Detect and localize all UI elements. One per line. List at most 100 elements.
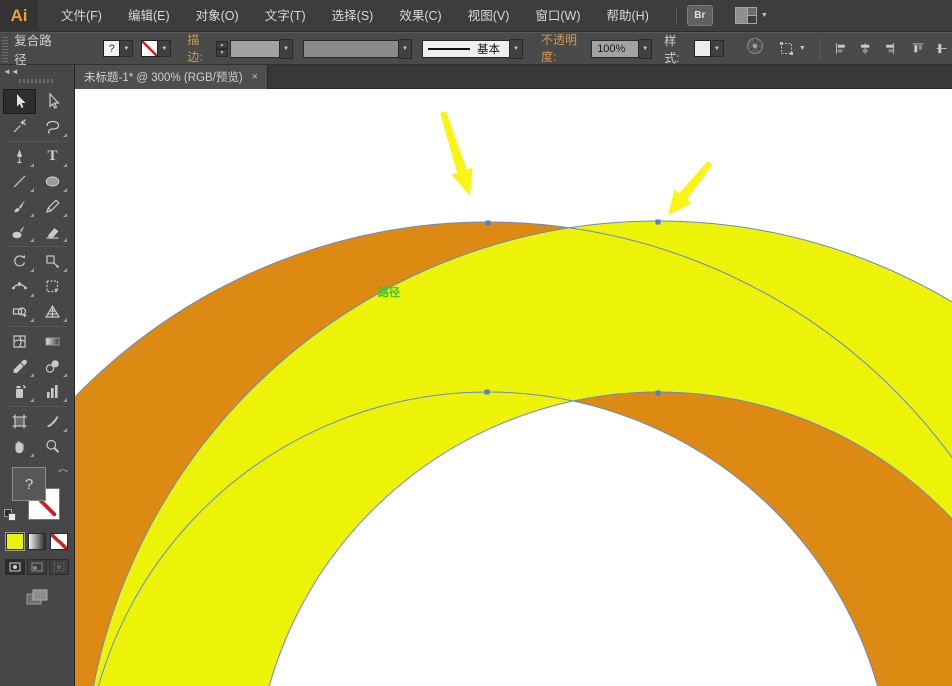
brush-definition-combo[interactable]: 基本 ▼: [422, 39, 523, 59]
tool-hand[interactable]: [3, 434, 36, 459]
opacity-dropdown[interactable]: ▼: [639, 39, 652, 59]
stroke-weight-value[interactable]: [230, 40, 280, 58]
tool-zoom[interactable]: [36, 434, 69, 459]
stroke-panel-link[interactable]: 描边:: [187, 31, 212, 66]
tool-rotate[interactable]: [3, 249, 36, 274]
tool-magic-wand[interactable]: [3, 114, 36, 139]
tool-gradient[interactable]: [36, 329, 69, 354]
anchor-point[interactable]: [486, 221, 491, 226]
tool-lasso[interactable]: [36, 114, 69, 139]
tool-perspective-grid[interactable]: [36, 299, 69, 324]
tool-scale[interactable]: [36, 249, 69, 274]
stroke-weight-stepper[interactable]: ▲▼: [216, 41, 228, 57]
stroke-dropdown[interactable]: ▼: [158, 40, 171, 57]
tool-mesh[interactable]: [3, 329, 36, 354]
panel-grip[interactable]: [2, 36, 8, 62]
tool-blob-brush[interactable]: [3, 219, 36, 244]
fill-color-control[interactable]: ? ▼: [103, 40, 133, 57]
tool-artboard[interactable]: [3, 409, 36, 434]
stroke-weight-dropdown[interactable]: ▼: [280, 39, 293, 59]
document-tab[interactable]: 未标题-1* @ 300% (RGB/预览) ×: [75, 65, 268, 89]
transform-options-button[interactable]: ▼: [778, 40, 806, 57]
menu-edit[interactable]: 编辑(E): [115, 0, 183, 32]
draw-inside-button[interactable]: [49, 559, 69, 575]
bridge-button[interactable]: Br: [687, 5, 713, 26]
menu-file[interactable]: 文件(F): [48, 0, 115, 32]
artwork: 路径: [75, 89, 952, 686]
tool-eraser[interactable]: [36, 219, 69, 244]
tools-panel-grip[interactable]: [19, 79, 55, 83]
smart-guide-label: 路径: [378, 285, 400, 299]
anchor-point[interactable]: [656, 391, 661, 396]
align-vcenter-button[interactable]: [935, 40, 947, 57]
style-label: 样式:: [664, 32, 689, 66]
tool-free-transform[interactable]: [36, 274, 69, 299]
menu-view[interactable]: 视图(V): [455, 0, 523, 32]
width-profile-combo[interactable]: ▼: [303, 39, 412, 59]
opacity-value[interactable]: 100%: [591, 40, 639, 58]
tool-column-graph[interactable]: [36, 379, 69, 404]
tool-direct-selection[interactable]: [36, 89, 69, 114]
width-profile-value[interactable]: [303, 40, 399, 58]
anchor-point[interactable]: [656, 220, 661, 225]
tools-panel: ◄◄: [0, 65, 75, 686]
tool-line-segment[interactable]: [3, 169, 36, 194]
tool-type[interactable]: T: [36, 144, 69, 169]
tool-slice[interactable]: [36, 409, 69, 434]
menu-object[interactable]: 对象(O): [183, 0, 252, 32]
workspace-switcher[interactable]: ▼: [735, 7, 768, 24]
style-swatch[interactable]: [694, 40, 711, 57]
tool-pencil[interactable]: [36, 194, 69, 219]
tool-selection[interactable]: [3, 89, 36, 114]
align-top-button[interactable]: [911, 40, 925, 57]
fill-swatch[interactable]: ?: [103, 40, 120, 57]
draw-normal-button[interactable]: [5, 559, 25, 575]
stroke-color-control[interactable]: ▼: [141, 40, 171, 57]
screen-mode-button[interactable]: [0, 587, 74, 607]
collapse-panel-icon[interactable]: ◄◄: [3, 67, 19, 76]
menu-select[interactable]: 选择(S): [319, 0, 387, 32]
fill-dropdown[interactable]: ▼: [120, 40, 133, 57]
menu-type[interactable]: 文字(T): [252, 0, 319, 32]
menu-help[interactable]: 帮助(H): [594, 0, 662, 32]
workspace-layout-icon: [735, 7, 757, 24]
opacity-panel-link[interactable]: 不透明度:: [541, 31, 587, 66]
menu-effect[interactable]: 效果(C): [386, 0, 454, 32]
style-control[interactable]: ▼: [694, 40, 724, 57]
tool-width[interactable]: [3, 274, 36, 299]
anchor-point[interactable]: [485, 390, 490, 395]
tool-symbol-sprayer[interactable]: [3, 379, 36, 404]
none-button[interactable]: [50, 533, 68, 550]
controlbar-separator: [820, 39, 821, 59]
tool-shape-builder[interactable]: [3, 299, 36, 324]
artboard-canvas[interactable]: 路径: [75, 89, 952, 686]
stroke-weight-combo[interactable]: ▼: [230, 39, 293, 59]
document-tab-strip: 未标题-1* @ 300% (RGB/预览) ×: [75, 65, 952, 89]
color-button[interactable]: [6, 533, 24, 550]
fill-stroke-indicator: ?: [3, 465, 71, 525]
gradient-button[interactable]: [28, 533, 46, 550]
document-title: 未标题-1* @ 300% (RGB/预览): [84, 69, 243, 85]
opacity-combo[interactable]: 100% ▼: [591, 39, 652, 59]
align-center-button[interactable]: [858, 40, 872, 57]
swap-fill-stroke-icon[interactable]: [57, 465, 69, 476]
tool-paintbrush[interactable]: [3, 194, 36, 219]
left-annotation-arrow: [440, 111, 472, 196]
fill-indicator[interactable]: ?: [12, 467, 46, 501]
tool-eyedropper[interactable]: [3, 354, 36, 379]
stroke-none-swatch[interactable]: [141, 40, 158, 57]
close-icon[interactable]: ×: [252, 71, 258, 83]
default-fill-stroke-icon[interactable]: [4, 509, 16, 521]
brush-preview[interactable]: 基本: [422, 40, 510, 58]
align-left-button[interactable]: [834, 40, 848, 57]
menu-window[interactable]: 窗口(W): [522, 0, 593, 32]
tool-ellipse[interactable]: [36, 169, 69, 194]
brush-dropdown[interactable]: ▼: [510, 39, 523, 59]
align-right-button[interactable]: [882, 40, 896, 57]
recolor-artwork-button[interactable]: [746, 37, 764, 60]
tool-pen[interactable]: [3, 144, 36, 169]
style-dropdown[interactable]: ▼: [711, 40, 724, 57]
draw-behind-button[interactable]: [27, 559, 47, 575]
width-profile-dropdown[interactable]: ▼: [399, 39, 412, 59]
tool-blend[interactable]: [36, 354, 69, 379]
